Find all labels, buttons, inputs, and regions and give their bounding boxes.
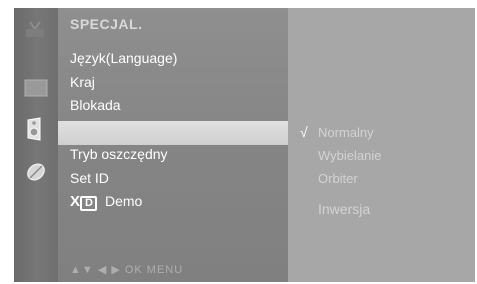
- xd-logo-d: D: [80, 196, 97, 212]
- xd-logo-x: X: [70, 193, 80, 211]
- menu-item-lock[interactable]: Blokada: [70, 97, 121, 113]
- screen-icon[interactable]: [24, 78, 48, 103]
- xd-logo: XD: [70, 193, 97, 212]
- submenu-panel: √ Normalny Wybielanie Orbiter Inwersja: [288, 8, 475, 282]
- special-menu-panel: SPECJAL. Język(Language) Kraj Blokada Tr…: [58, 8, 288, 282]
- menu-item-xd-demo[interactable]: X D Demo: [70, 193, 143, 212]
- tv-screen: SPECJAL. Język(Language) Kraj Blokada Tr…: [14, 8, 475, 282]
- navigation-hint-bar: ▲▼ ◀ ▶ OK MENU: [70, 264, 184, 276]
- menu-item-power-saving[interactable]: Tryb oszczędny: [70, 146, 168, 162]
- speaker-icon[interactable]: [24, 116, 46, 147]
- submenu-option-normalny[interactable]: Normalny: [318, 125, 374, 140]
- submenu-option-orbiter[interactable]: Orbiter: [318, 171, 358, 186]
- submenu-option-wybielanie[interactable]: Wybielanie: [318, 148, 381, 163]
- menu-title: SPECJAL.: [70, 16, 143, 32]
- satellite-icon[interactable]: [24, 160, 48, 189]
- menu-item-country[interactable]: Kraj: [70, 74, 95, 90]
- menu-item-language[interactable]: Język(Language): [70, 50, 177, 66]
- xd-demo-label: Demo: [104, 193, 143, 209]
- check-icon: √: [300, 124, 308, 140]
- tv-icon[interactable]: [24, 20, 46, 43]
- submenu-option-inwersja[interactable]: Inwersja: [318, 201, 370, 217]
- menu-icon-column: [14, 8, 58, 282]
- menu-item-set-id[interactable]: Set ID: [70, 170, 109, 186]
- menu-item-highlight[interactable]: [58, 121, 288, 145]
